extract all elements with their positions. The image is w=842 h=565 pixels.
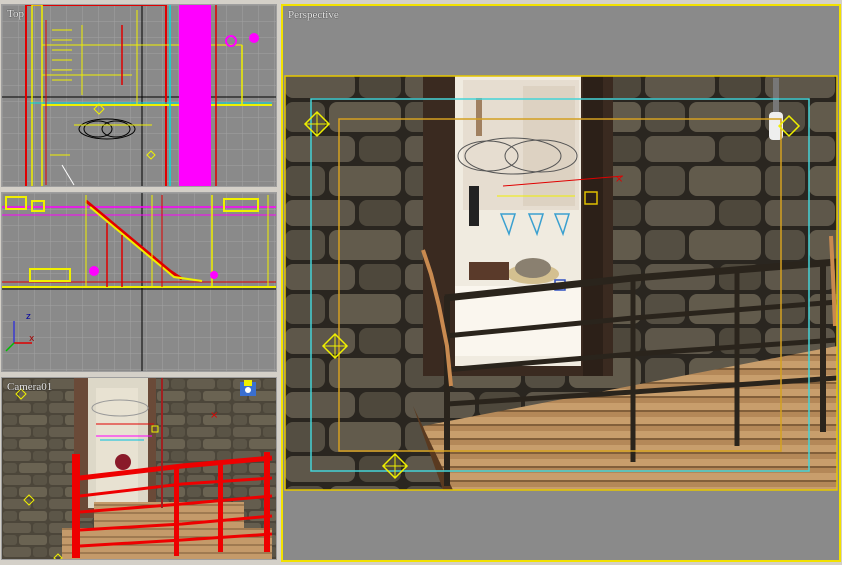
viewport-perspective[interactable]: Perspective × bbox=[281, 4, 841, 562]
perspective-view-render: × bbox=[283, 6, 839, 560]
front-view-wireframe: z x bbox=[2, 193, 276, 371]
viewport-top[interactable]: Top bbox=[1, 4, 277, 187]
top-view-wireframe bbox=[2, 5, 276, 186]
svg-text:×: × bbox=[210, 410, 218, 421]
viewport-front[interactable]: z x bbox=[1, 192, 277, 372]
viewport-label-camera[interactable]: Camera01 bbox=[7, 381, 52, 393]
camera-view-render: × bbox=[2, 378, 276, 559]
viewport-label-perspective[interactable]: Perspective bbox=[288, 9, 339, 21]
viewport-camera[interactable]: Camera01 × bbox=[1, 377, 277, 560]
svg-text:×: × bbox=[615, 174, 623, 185]
camera-helper-icon[interactable] bbox=[240, 380, 256, 396]
viewport-label-top[interactable]: Top bbox=[7, 8, 24, 20]
axis-z-label: z bbox=[26, 312, 31, 322]
axis-x-label: x bbox=[29, 334, 35, 344]
